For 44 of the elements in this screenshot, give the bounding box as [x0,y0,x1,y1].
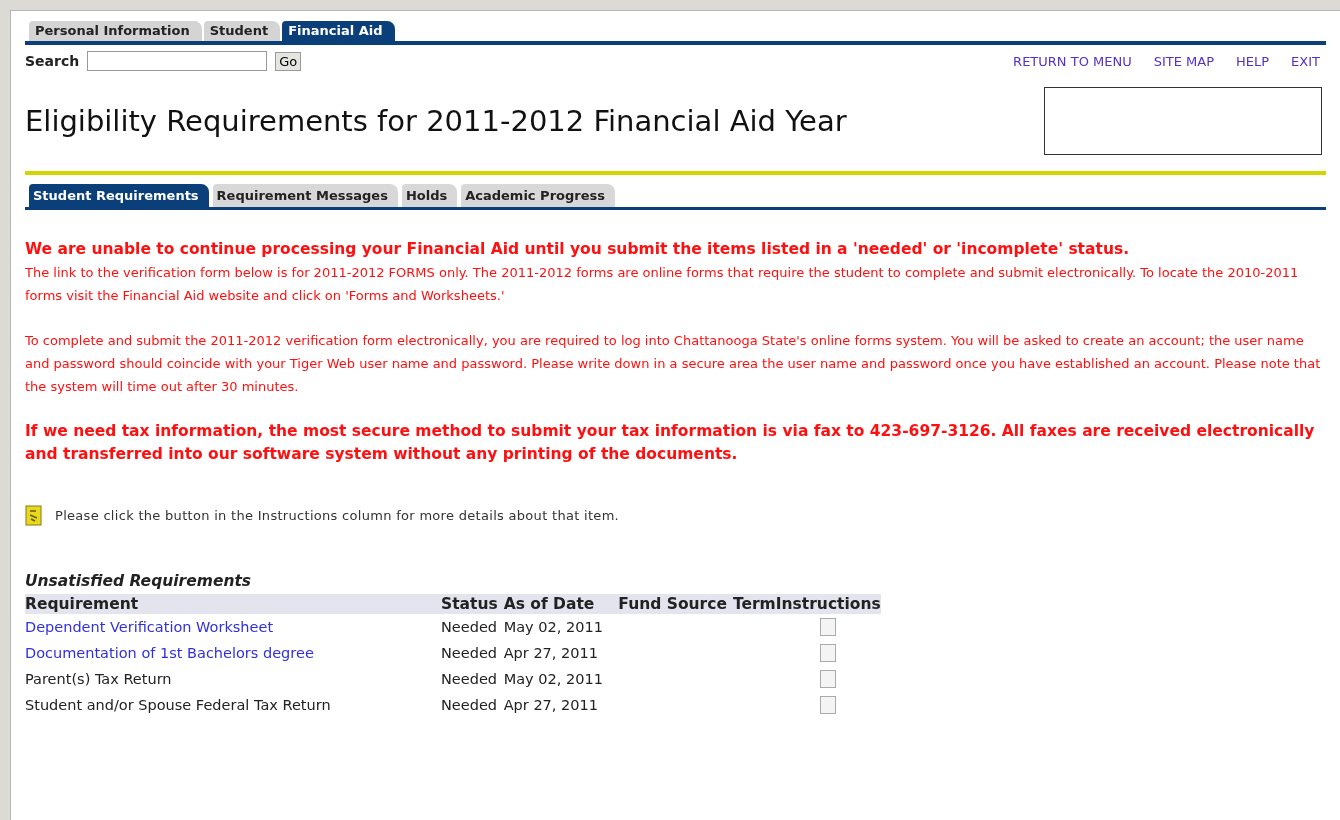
column-header: Status [441,594,504,614]
column-header: As of Date [503,594,619,614]
date-text: Apr 27, 2011 [503,697,598,713]
column-header: Requirement [25,594,441,614]
status-text: Needed [441,619,498,635]
nav-link[interactable]: SITE MAP [1153,53,1214,69]
search-label: Search [25,53,80,69]
menu-tab[interactable]: Financial Aid [282,21,395,41]
notice-text: The link to the verification form below is for 2011-2012 FORMS only. The 2011-2012 forms are online forms that require the student to complete and submit electronically. To locate the 2010-2011 forms visit the Financial Aid website and click on 'Forms and Worksheets.' [25,264,1300,305]
info-text: Please click the button in the Instructions column for more details about that item. [55,507,620,523]
go-button[interactable]: Go [275,51,302,71]
section-tab[interactable]: Holds [401,184,458,207]
nav-link[interactable]: HELP [1236,53,1270,69]
status-text: Needed [441,671,498,687]
requirement-text: Student and/or Spouse Federal Tax Return [25,697,331,713]
menu-tab[interactable]: Student [203,21,281,41]
status-text: Needed [441,645,498,661]
date-text: Apr 27, 2011 [503,645,598,661]
requirement-link[interactable]: Dependent Verification Worksheet [25,619,274,635]
instructions-button[interactable] [820,670,837,688]
notice-text: If we need tax information, the most secure method to submit your tax information is via fax to 423-697-3126. All faxes are received electronically and transferred into our software system without any printing of the documents. [25,421,1316,465]
search-field[interactable] [87,51,268,71]
page-title: Eligibility Requirements for 2011-2012 Financial Aid Year [25,104,847,138]
requirement-text: Parent(s) Tax Return [25,671,172,687]
nav-link[interactable]: EXIT [1291,53,1320,69]
nav-link[interactable]: RETURN TO MENU [1013,53,1132,69]
date-text: May 02, 2011 [503,619,603,635]
instructions-button[interactable] [820,644,837,662]
section-tab[interactable]: Requirement Messages [212,184,398,207]
requirement-link[interactable]: Documentation of 1st Bachelors degree [25,645,314,661]
table-caption: Unsatisfied Requirements [25,572,253,590]
column-header: Instructions [775,594,881,614]
status-text: Needed [441,697,498,713]
note-icon [25,504,43,526]
section-tab[interactable]: Academic Progress [461,184,615,207]
instructions-button[interactable] [820,618,837,636]
column-header: Fund Source [618,594,733,614]
column-header: Term [732,594,776,614]
instructions-button[interactable] [820,696,837,714]
section-tab[interactable]: Student Requirements [29,184,209,207]
notice-text: We are unable to continue processing your Financial Aid until you submit the items listed in a 'needed' or 'incomplete' status. [25,239,1131,260]
date-text: May 02, 2011 [503,671,603,687]
notice-text: To complete and submit the 2011-2012 verification form electronically, you are required to log into Chattanooga State's online forms system. You will be asked to create an account; the user name and password should coincide with your Tiger Web user name and password. Please write down in a secure area the user name and password once you have established an account. Please note that the system will time out after 30 minutes. [25,332,1322,396]
menu-tab[interactable]: Personal Information [29,21,202,41]
